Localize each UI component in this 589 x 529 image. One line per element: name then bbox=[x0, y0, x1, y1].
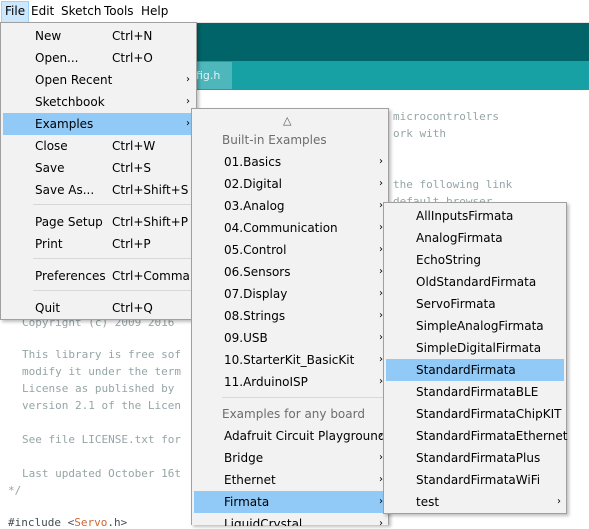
menu-item-page-setup[interactable]: Page Setup Ctrl+Shift+P bbox=[3, 211, 194, 233]
menu-item-close[interactable]: Close Ctrl+W bbox=[3, 135, 194, 157]
firmata-item-servo[interactable]: ServoFirmata bbox=[386, 293, 564, 315]
chevron-right-icon: › bbox=[186, 74, 190, 85]
examples-item-strings[interactable]: 08.Strings › bbox=[194, 305, 386, 327]
include-suffix: .h> bbox=[107, 516, 128, 529]
code-line: ork with bbox=[393, 127, 446, 140]
firmata-item-standard-plus[interactable]: StandardFirmataPlus bbox=[386, 447, 564, 469]
chevron-right-icon: › bbox=[186, 96, 190, 107]
menu-edit[interactable]: Edit bbox=[28, 1, 57, 21]
firmata-item-standard-chipkit[interactable]: StandardFirmataChipKIT bbox=[386, 403, 564, 425]
examples-item-sensors[interactable]: 06.Sensors › bbox=[194, 261, 386, 283]
examples-item-ethernet[interactable]: Ethernet › bbox=[194, 469, 386, 491]
code-line: See file LICENSE.txt for bbox=[22, 433, 181, 446]
examples-header-any-board: Examples for any board bbox=[222, 407, 365, 421]
menu-bar: File Edit Sketch Tools Help bbox=[0, 0, 589, 23]
firmata-item-test[interactable]: test › bbox=[386, 491, 564, 513]
code-line: the following link bbox=[393, 178, 513, 191]
examples-item-liquidcrystal[interactable]: LiquidCrystal › bbox=[194, 513, 386, 526]
menu-item-quit[interactable]: Quit Ctrl+Q bbox=[3, 297, 194, 319]
code-line: modify it under the term bbox=[22, 365, 181, 378]
chevron-right-icon: › bbox=[379, 156, 383, 167]
examples-menu: △ Built-in Examples 01.Basics › 02.Digita… bbox=[191, 108, 389, 526]
menu-tools[interactable]: Tools bbox=[101, 1, 137, 21]
menu-item-save[interactable]: Save Ctrl+S bbox=[3, 157, 194, 179]
firmata-item-standard-wifi[interactable]: StandardFirmataWiFi bbox=[386, 469, 564, 491]
chevron-right-icon: › bbox=[186, 118, 190, 129]
menu-item-examples[interactable]: Examples › bbox=[3, 113, 194, 135]
examples-header-builtin: Built-in Examples bbox=[222, 133, 327, 147]
menu-sketch[interactable]: Sketch bbox=[58, 1, 104, 21]
examples-item-basics[interactable]: 01.Basics › bbox=[194, 151, 386, 173]
menu-separator bbox=[33, 204, 193, 205]
chevron-right-icon: › bbox=[379, 178, 383, 189]
menu-item-preferences[interactable]: Preferences Ctrl+Comma bbox=[3, 265, 194, 287]
code-line: */ bbox=[8, 484, 22, 497]
examples-item-arduinoisp[interactable]: 11.ArduinoISP › bbox=[194, 371, 386, 393]
menu-separator bbox=[33, 290, 193, 291]
firmata-item-standard-ethernet[interactable]: StandardFirmataEthernet bbox=[386, 425, 567, 447]
code-line: This library is free sof bbox=[22, 348, 181, 361]
code-line: version 2.1 of the Licen bbox=[22, 399, 181, 412]
firmata-item-allinputs[interactable]: AllInputsFirmata bbox=[386, 205, 564, 227]
chevron-right-icon: › bbox=[379, 518, 383, 526]
code-line: microcontrollers bbox=[393, 110, 499, 123]
firmata-item-standard-ble[interactable]: StandardFirmataBLE bbox=[386, 381, 564, 403]
chevron-right-icon: › bbox=[557, 496, 561, 507]
menu-item-open-recent[interactable]: Open Recent › bbox=[3, 69, 194, 91]
firmata-item-simpleanalog[interactable]: SimpleAnalogFirmata bbox=[386, 315, 564, 337]
examples-item-starterkit[interactable]: 10.StarterKit_BasicKit › bbox=[194, 349, 386, 371]
menu-file[interactable]: File bbox=[1, 1, 30, 23]
code-line-include: #include <Servo.h> bbox=[8, 516, 127, 529]
include-prefix: #include < bbox=[8, 516, 75, 529]
code-line: License as published by bbox=[22, 382, 175, 395]
menu-item-save-as[interactable]: Save As... Ctrl+Shift+S bbox=[3, 179, 194, 201]
examples-item-bridge[interactable]: Bridge › bbox=[194, 447, 386, 469]
firmata-item-oldstandard[interactable]: OldStandardFirmata bbox=[386, 271, 564, 293]
examples-item-circuit-playground[interactable]: Adafruit Circuit Playground › bbox=[194, 425, 386, 447]
firmata-item-echostring[interactable]: EchoString bbox=[386, 249, 564, 271]
examples-item-display[interactable]: 07.Display › bbox=[194, 283, 386, 305]
code-line: Last updated October 16t bbox=[22, 467, 181, 480]
menu-help[interactable]: Help bbox=[138, 1, 171, 21]
examples-item-usb[interactable]: 09.USB › bbox=[194, 327, 386, 349]
firmata-item-standard[interactable]: StandardFirmata bbox=[386, 359, 564, 381]
menu-item-open[interactable]: Open... Ctrl+O bbox=[3, 47, 194, 69]
file-menu: New Ctrl+N Open... Ctrl+O Open Recent › Ske… bbox=[0, 22, 197, 320]
examples-item-analog[interactable]: 03.Analog › bbox=[194, 195, 386, 217]
menu-item-new[interactable]: New Ctrl+N bbox=[3, 25, 194, 47]
examples-item-control[interactable]: 05.Control › bbox=[194, 239, 386, 261]
examples-item-communication[interactable]: 04.Communication › bbox=[194, 217, 386, 239]
menu-separator bbox=[222, 397, 384, 398]
examples-item-digital[interactable]: 02.Digital › bbox=[194, 173, 386, 195]
menu-separator bbox=[33, 258, 193, 259]
menu-item-print[interactable]: Print Ctrl+P bbox=[3, 233, 194, 255]
firmata-item-simpledigital[interactable]: SimpleDigitalFirmata bbox=[386, 337, 564, 359]
firmata-menu: AllInputsFirmata AnalogFirmata EchoStrin… bbox=[383, 202, 567, 514]
examples-item-firmata[interactable]: Firmata › bbox=[194, 491, 386, 513]
include-keyword: Servo bbox=[74, 516, 108, 529]
menu-item-sketchbook[interactable]: Sketchbook › bbox=[3, 91, 194, 113]
firmata-item-analog[interactable]: AnalogFirmata bbox=[386, 227, 564, 249]
